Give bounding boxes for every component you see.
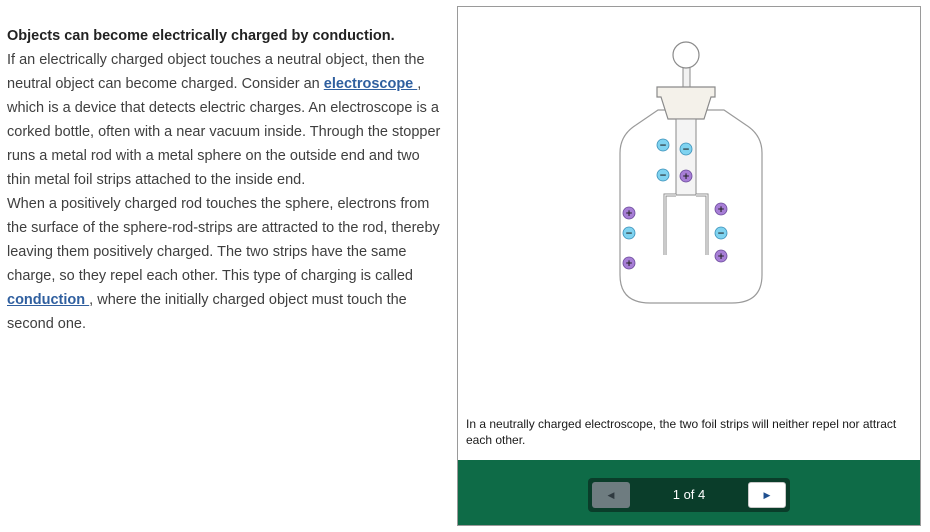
paragraph-conduction: When a positively charged rod touches th… — [7, 192, 447, 336]
slide-caption: In a neutrally charged electroscope, the… — [466, 417, 897, 447]
next-slide-button[interactable]: ▶ — [748, 482, 786, 508]
article-text: Objects can become electrically charged … — [7, 24, 447, 336]
charge-sign: − — [682, 145, 690, 155]
slide-counter: 1 of 4 — [672, 487, 706, 502]
metal-sphere — [672, 41, 700, 69]
charge-sign: − — [659, 141, 667, 151]
charge-sign: − — [625, 229, 633, 239]
article-heading: Objects can become electrically charged … — [7, 28, 395, 44]
charge-sign: − — [659, 171, 667, 181]
slideshow-nav-bar: ◀ 1 of 4 ▶ — [458, 460, 920, 525]
slideshow-panel: − − − + + − + + − + In a neutrally charged electr… — [457, 6, 921, 526]
previous-slide-button[interactable]: ◀ — [592, 482, 630, 508]
charge-sign: − — [717, 229, 725, 239]
triangle-left-icon: ◀ — [607, 489, 615, 500]
metal-rod-inner — [675, 118, 697, 196]
electroscope-figure: − − − + + − + + − + — [619, 41, 763, 304]
pager: ◀ 1 of 4 ▶ — [588, 478, 790, 512]
charge-sign: + — [717, 252, 725, 262]
triangle-right-icon: ▶ — [763, 489, 771, 500]
electroscope-term-link[interactable]: electroscope — [324, 76, 418, 92]
paragraph-text: , which is a device that detects electri… — [7, 76, 441, 188]
charge-sign: + — [625, 209, 633, 219]
charge-sign: + — [717, 205, 725, 215]
charge-sign: + — [682, 172, 690, 182]
paragraph-electroscope: If an electrically charged object touche… — [7, 48, 447, 192]
paragraph-text: When a positively charged rod touches th… — [7, 196, 440, 284]
charge-sign: + — [625, 259, 633, 269]
conduction-term-link[interactable]: conduction — [7, 292, 89, 308]
